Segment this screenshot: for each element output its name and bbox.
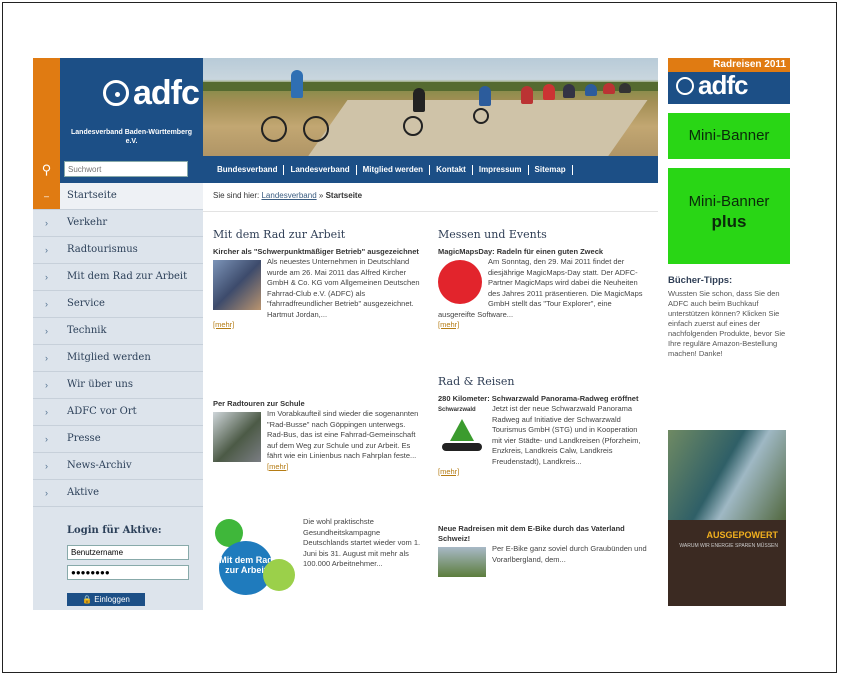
mini-banner-plus[interactable]: Mini-Banner plus [668, 168, 790, 264]
chevron-right-icon: › [45, 353, 48, 363]
article-title[interactable]: Neue Radreisen mit dem E-Bike durch das … [438, 524, 648, 544]
column-messen-events: Messen und Events MagicMapsDay: Radeln f… [438, 228, 648, 584]
article-schwarzwald-radweg: 280 Kilometer: Schwarzwald Panorama-Radw… [438, 394, 648, 520]
breadcrumb: Sie sind hier: Landesverband » Startseit… [213, 191, 363, 200]
username-field[interactable] [67, 545, 189, 560]
login-title: Login für Aktive: [67, 525, 162, 536]
book-tips-title: Bücher-Tipps: [668, 275, 733, 286]
top-navigation: Bundesverband Landesverband Mitglied wer… [203, 156, 658, 183]
sidebar-item-aktive[interactable]: › Aktive [33, 480, 203, 507]
breadcrumb-current: Startseite [325, 191, 363, 200]
nav-landesverband[interactable]: Landesverband [284, 164, 357, 175]
login-button[interactable]: 🔒 Einloggen [67, 593, 145, 606]
orange-strip [33, 58, 60, 156]
book-title: AUSGEPOWERT [706, 530, 778, 540]
more-link[interactable]: [mehr] [438, 467, 648, 476]
divider [203, 211, 658, 212]
nav-kontakt[interactable]: Kontakt [430, 164, 473, 175]
mit-dem-rad-logo[interactable]: Mit dem Rad zur Arbeit [213, 517, 297, 601]
adfc-website: adfc Landesverband Baden-Württemberg e.V… [33, 58, 658, 610]
book-tips-text: Wussten Sie schon, dass Sie den ADFC auc… [668, 289, 786, 358]
chevron-right-icon: › [45, 407, 48, 417]
article-title[interactable]: MagicMapsDay: Radeln für einen guten Zwe… [438, 247, 648, 257]
search-bar: ⚲ [33, 156, 203, 183]
logo-subtitle: Landesverband Baden-Württemberg e.V. [71, 129, 192, 145]
main-content: Sie sind hier: Landesverband » Startseit… [203, 183, 658, 610]
nav-impressum[interactable]: Impressum [473, 164, 529, 175]
article-radtouren-schule: Per Radtouren zur Schule Im Vorabkauftei… [213, 399, 423, 511]
mini-banner[interactable]: Mini-Banner [668, 113, 790, 159]
logo-name: adfc [133, 74, 200, 112]
minus-icon: – [33, 183, 60, 209]
chevron-right-icon: › [45, 245, 48, 255]
sidebar: – Startseite › Verkehr › Radtourismus › Mit … [33, 183, 203, 610]
sidebar-item-presse[interactable]: › Presse [33, 426, 203, 453]
breadcrumb-link-landesverband[interactable]: Landesverband [261, 191, 316, 200]
article-kircher: Kircher als "Schwerpunktmäßiger Betrieb"… [213, 247, 423, 389]
sidebar-item-news-archiv[interactable]: › News-Archiv [33, 453, 203, 480]
chevron-right-icon: › [45, 434, 48, 444]
sidebar-item-verkehr[interactable]: › Verkehr [33, 210, 203, 237]
chevron-right-icon: › [45, 461, 48, 471]
logo-circle-icon [676, 77, 694, 95]
chevron-right-icon: › [45, 299, 48, 309]
article-magicmapsday: MagicMapsDay: Radeln für einen guten Zwe… [438, 247, 648, 365]
header-photo-cyclists [203, 58, 658, 156]
article-mit-dem-rad-campaign: Mit dem Rad zur Arbeit Die wohl praktisc… [213, 517, 423, 607]
book-cover-ausgepowert[interactable]: AUSGEPOWERT WARUM WIR ENERGIE SPAREN MÜS… [668, 430, 786, 606]
more-link[interactable]: [mehr] [213, 320, 423, 329]
sidebar-item-adfc-vor-ort[interactable]: › ADFC vor Ort [33, 399, 203, 426]
search-icon[interactable]: ⚲ [33, 156, 60, 183]
sidebar-item-mitglied-werden[interactable]: › Mitglied werden [33, 345, 203, 372]
magicmaps-logo [438, 260, 482, 304]
search-input[interactable] [64, 161, 188, 177]
article-ebike-schweiz: Neue Radreisen mit dem E-Bike durch das … [438, 524, 648, 584]
chevron-right-icon: › [45, 218, 48, 228]
article-title[interactable]: Kircher als "Schwerpunktmäßiger Betrieb"… [213, 247, 423, 257]
article-image [213, 260, 261, 310]
chevron-right-icon: › [45, 380, 48, 390]
sidebar-item-technik[interactable]: › Technik [33, 318, 203, 345]
article-image [438, 547, 486, 577]
nav-bundesverband[interactable]: Bundesverband [211, 164, 285, 175]
sidebar-item-rad-zur-arbeit[interactable]: › Mit dem Rad zur Arbeit [33, 264, 203, 291]
sidebar-item-radtourismus[interactable]: › Radtourismus [33, 237, 203, 264]
chevron-right-icon: › [45, 488, 48, 498]
chevron-right-icon: › [45, 326, 48, 336]
schwarzwald-logo: Schwarzwald [438, 407, 486, 457]
section-heading: Mit dem Rad zur Arbeit [213, 228, 346, 241]
article-image [213, 412, 261, 462]
adfc-logo[interactable]: adfc Landesverband Baden-Württemberg e.V… [60, 58, 203, 156]
more-link[interactable]: [mehr] [213, 462, 423, 471]
password-field[interactable] [67, 565, 189, 580]
lock-icon: 🔒 [82, 595, 93, 604]
login-box: Login für Aktive: 🔒 Einloggen [33, 518, 203, 610]
sidebar-item-wir-ueber-uns[interactable]: › Wir über uns [33, 372, 203, 399]
book-tips: Bücher-Tipps: Wussten Sie schon, dass Si… [668, 275, 790, 359]
nav-mitglied-werden[interactable]: Mitglied werden [357, 164, 431, 175]
section-heading: Rad & Reisen [438, 375, 515, 388]
article-title[interactable]: Per Radtouren zur Schule [213, 399, 423, 409]
nav-sitemap[interactable]: Sitemap [529, 164, 573, 175]
section-heading: Messen und Events [438, 228, 547, 241]
sidebar-item-service[interactable]: › Service [33, 291, 203, 318]
chevron-right-icon: › [45, 272, 48, 282]
more-link[interactable]: [mehr] [438, 320, 648, 329]
book-cover-image [668, 430, 786, 520]
article-title[interactable]: 280 Kilometer: Schwarzwald Panorama-Radw… [438, 394, 648, 404]
radreisen-banner[interactable]: Radreisen 2011 adfc [668, 58, 790, 104]
column-rad-zur-arbeit: Mit dem Rad zur Arbeit Kircher als "Schw… [213, 228, 423, 607]
book-subtitle: WARUM WIR ENERGIE SPAREN MÜSSEN [679, 543, 778, 549]
sidebar-item-startseite[interactable]: – Startseite [33, 183, 203, 210]
